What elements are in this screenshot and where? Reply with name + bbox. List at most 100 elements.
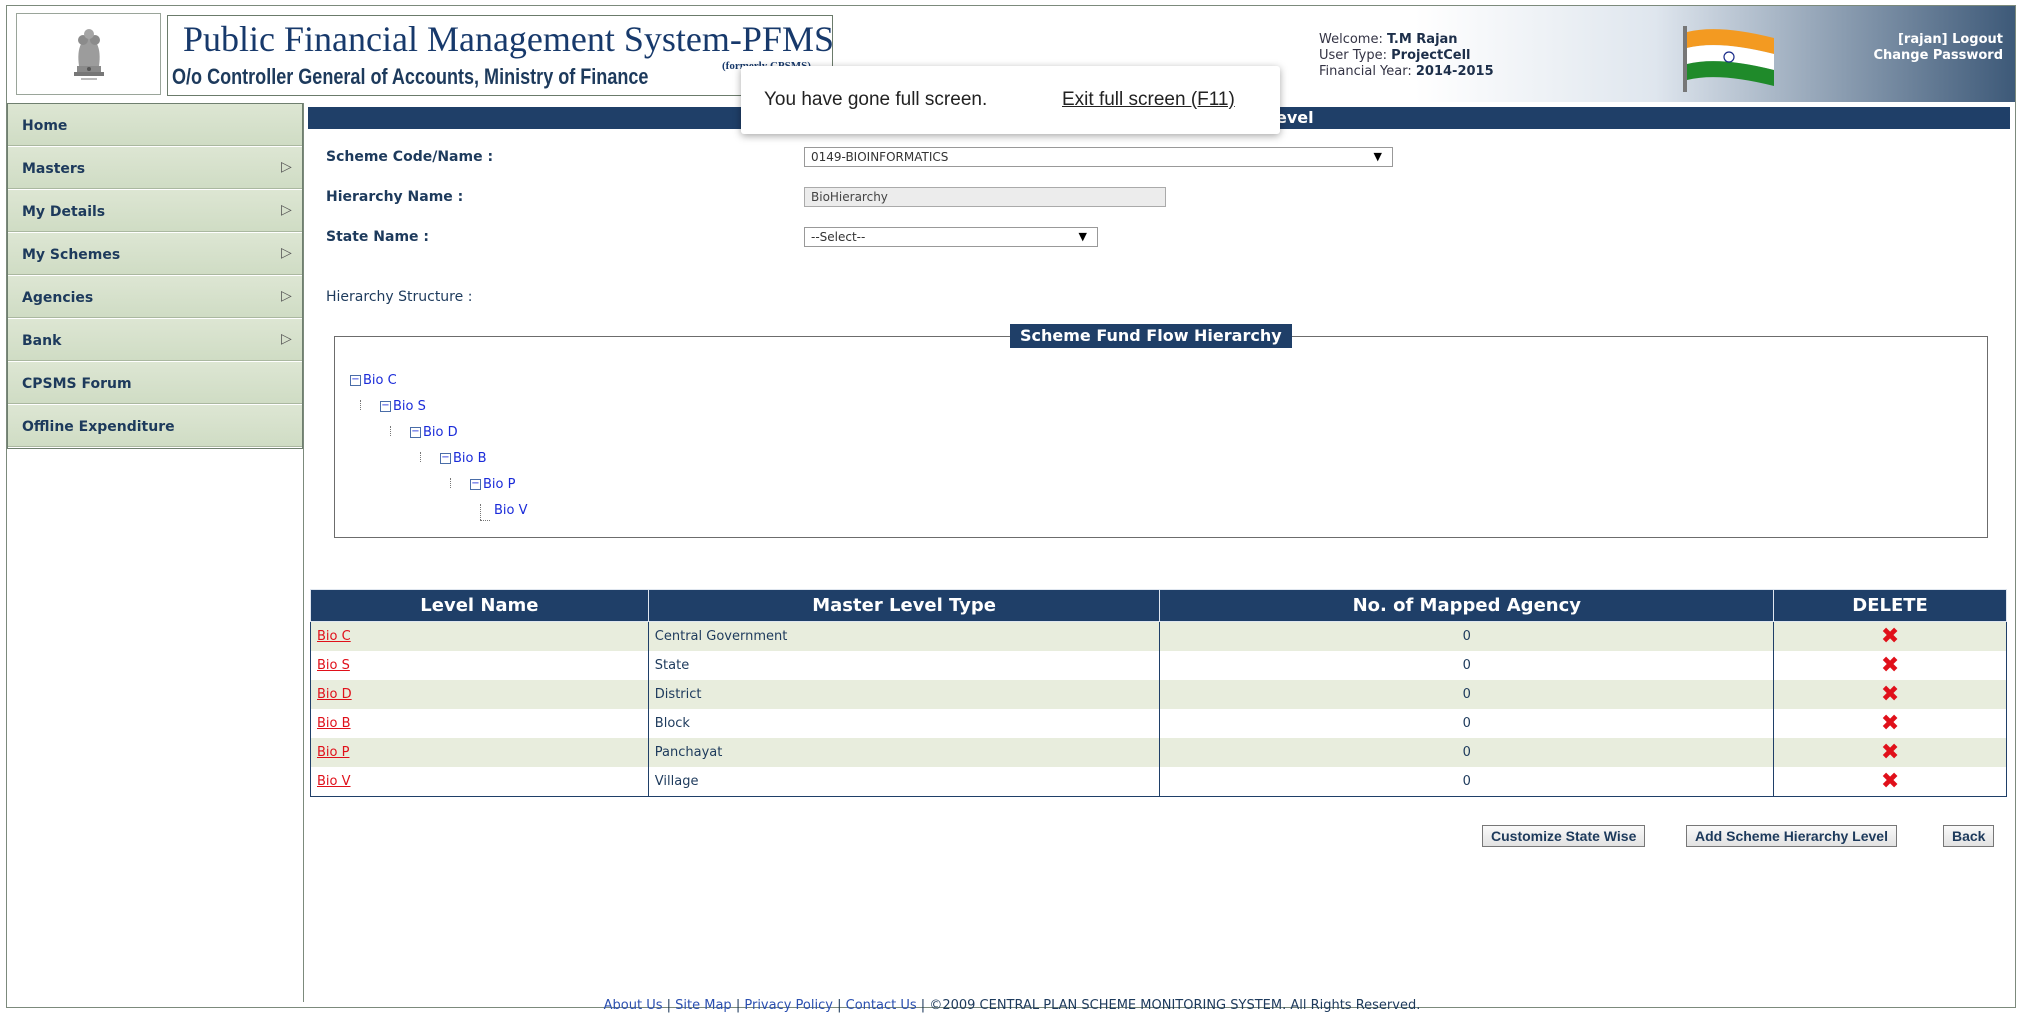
exit-fullscreen-link[interactable]: Exit full screen (F11) [1062, 89, 1235, 111]
sidebar-item-offline-expenditure[interactable]: Offline Expenditure [8, 405, 302, 448]
sidebar-item-label: Bank [22, 333, 62, 349]
tree-connector [390, 426, 391, 436]
mapped-agency-count: 0 [1159, 738, 1775, 767]
sidebar-item-label: My Schemes [22, 247, 121, 263]
change-password-link[interactable]: Change Password [1873, 48, 2003, 63]
site-map-link[interactable]: Site Map [675, 998, 732, 1013]
table-header-row: Level Name Master Level Type No. of Mapp… [310, 589, 2007, 622]
level-name-link[interactable]: Bio C [317, 629, 351, 644]
footer-separator: | [735, 998, 741, 1013]
master-level-type: Block [647, 709, 1161, 738]
sidebar-item-agencies[interactable]: Agencies ▷ [8, 276, 302, 319]
hierarchy-label: Hierarchy Name : [326, 189, 464, 205]
logout-link[interactable]: Logout [1952, 32, 2003, 47]
state-label: State Name : [326, 229, 430, 245]
sidebar-item-my-schemes[interactable]: My Schemes ▷ [8, 233, 302, 276]
collapse-icon[interactable]: − [470, 479, 481, 490]
tree-node[interactable]: − Bio C [350, 373, 397, 388]
sidebar-item-cpsms-forum[interactable]: CPSMS Forum [8, 362, 302, 405]
customize-state-wise-button[interactable]: Customize State Wise [1482, 825, 1646, 847]
tree-node-label: Bio P [483, 477, 516, 492]
submenu-arrow-icon: ▷ [281, 245, 292, 261]
level-name-link[interactable]: Bio S [317, 658, 350, 673]
fullscreen-notification: You have gone full screen. Exit full scr… [741, 66, 1280, 134]
table-row: Bio D District 0 ✖ [310, 680, 2007, 709]
hierarchy-structure-label: Hierarchy Structure : [326, 289, 473, 305]
mapped-agency-count: 0 [1159, 621, 1775, 651]
state-select[interactable]: --Select-- ▼ [804, 227, 1098, 247]
emblem-box [16, 13, 161, 95]
back-button[interactable]: Back [1943, 825, 1995, 847]
master-level-type: Central Government [647, 621, 1161, 651]
hierarchy-name-value: BioHierarchy [811, 190, 888, 204]
delete-icon[interactable]: ✖ [1881, 682, 1899, 707]
app-subtitle: O/o Controller General of Accounts, Mini… [172, 64, 649, 89]
mapped-agency-count: 0 [1159, 651, 1775, 680]
title-box: Public Financial Management System-PFMS … [167, 15, 834, 96]
delete-icon[interactable]: ✖ [1881, 653, 1899, 678]
table-row: Bio S State 0 ✖ [310, 651, 2007, 680]
table-row: Bio V Village 0 ✖ [310, 767, 2007, 797]
level-name-link[interactable]: Bio P [317, 745, 349, 760]
delete-icon[interactable]: ✖ [1881, 740, 1899, 765]
tree-node[interactable]: − Bio P [470, 477, 515, 492]
level-name-link[interactable]: Bio D [317, 687, 352, 702]
delete-icon[interactable]: ✖ [1881, 711, 1899, 736]
level-name-link[interactable]: Bio V [317, 774, 351, 789]
table-row: Bio C Central Government 0 ✖ [310, 621, 2007, 651]
column-header: Level Name [310, 589, 649, 622]
master-level-type: State [647, 651, 1161, 680]
sidebar-item-label: Agencies [22, 290, 94, 306]
tree-node-label: Bio S [393, 399, 426, 414]
scheme-select[interactable]: 0149-BIOINFORMATICS ▼ [804, 147, 1393, 167]
sidebar-menu: Home Masters ▷ My Details ▷ My Schemes ▷ Ag… [7, 103, 303, 449]
add-scheme-hierarchy-level-button[interactable]: Add Scheme Hierarchy Level [1686, 825, 1897, 847]
sidebar-item-label: CPSMS Forum [22, 376, 132, 392]
tree-node[interactable]: − Bio B [440, 451, 487, 466]
collapse-icon[interactable]: − [440, 453, 451, 464]
scheme-select-value: 0149-BIOINFORMATICS [811, 150, 949, 164]
sidebar-item-my-details[interactable]: My Details ▷ [8, 190, 302, 233]
column-header: Master Level Type [647, 589, 1161, 622]
section-title: evel [1276, 108, 1314, 127]
tree-node[interactable]: − Bio D [410, 425, 458, 440]
tree-connector [360, 400, 361, 410]
hierarchy-tree-panel [334, 336, 1988, 538]
master-level-type: District [647, 680, 1161, 709]
user-type-label: User Type: [1319, 48, 1388, 63]
india-flag-icon [1683, 26, 1774, 92]
sidebar-item-label: My Details [22, 204, 106, 220]
tree-node[interactable]: Bio V [494, 503, 528, 518]
tree-connector [450, 478, 451, 488]
app-title: Public Financial Management System-PFMS [183, 19, 834, 59]
delete-icon[interactable]: ✖ [1881, 769, 1899, 794]
collapse-icon[interactable]: − [350, 375, 361, 386]
sidebar-item-home[interactable]: Home [8, 104, 302, 147]
user-info: Welcome: T.M Rajan User Type: ProjectCel… [1319, 32, 1494, 80]
contact-us-link[interactable]: Contact Us [846, 998, 917, 1013]
tree-node[interactable]: − Bio S [380, 399, 426, 414]
master-level-type: Panchayat [647, 738, 1161, 767]
footer-separator: | [837, 998, 842, 1013]
collapse-icon[interactable]: − [380, 401, 391, 412]
sidebar-item-masters[interactable]: Masters ▷ [8, 147, 302, 190]
sidebar: Home Masters ▷ My Details ▷ My Schemes ▷ Ag… [7, 103, 304, 1002]
fullscreen-message: You have gone full screen. [764, 89, 988, 110]
submenu-arrow-icon: ▷ [281, 159, 292, 175]
collapse-icon[interactable]: − [410, 427, 421, 438]
sidebar-item-bank[interactable]: Bank ▷ [8, 319, 302, 362]
delete-icon[interactable]: ✖ [1881, 624, 1899, 649]
login-user: [rajan] [1897, 32, 1948, 47]
sidebar-item-label: Home [22, 118, 68, 134]
hierarchy-tree-title: Scheme Fund Flow Hierarchy [1010, 324, 1292, 348]
scheme-label: Scheme Code/Name : [326, 149, 494, 165]
level-name-link[interactable]: Bio B [317, 716, 351, 731]
about-us-link[interactable]: About Us [604, 998, 663, 1013]
privacy-policy-link[interactable]: Privacy Policy [744, 998, 833, 1013]
column-header: DELETE [1773, 589, 2007, 622]
main-content: evel Scheme Code/Name : 0149-BIOINFORMAT… [304, 103, 2014, 1002]
tree-connector [420, 452, 421, 462]
mapped-agency-count: 0 [1159, 767, 1775, 797]
sidebar-item-label: Masters [22, 161, 86, 177]
hierarchy-name-field[interactable]: BioHierarchy [804, 187, 1166, 207]
